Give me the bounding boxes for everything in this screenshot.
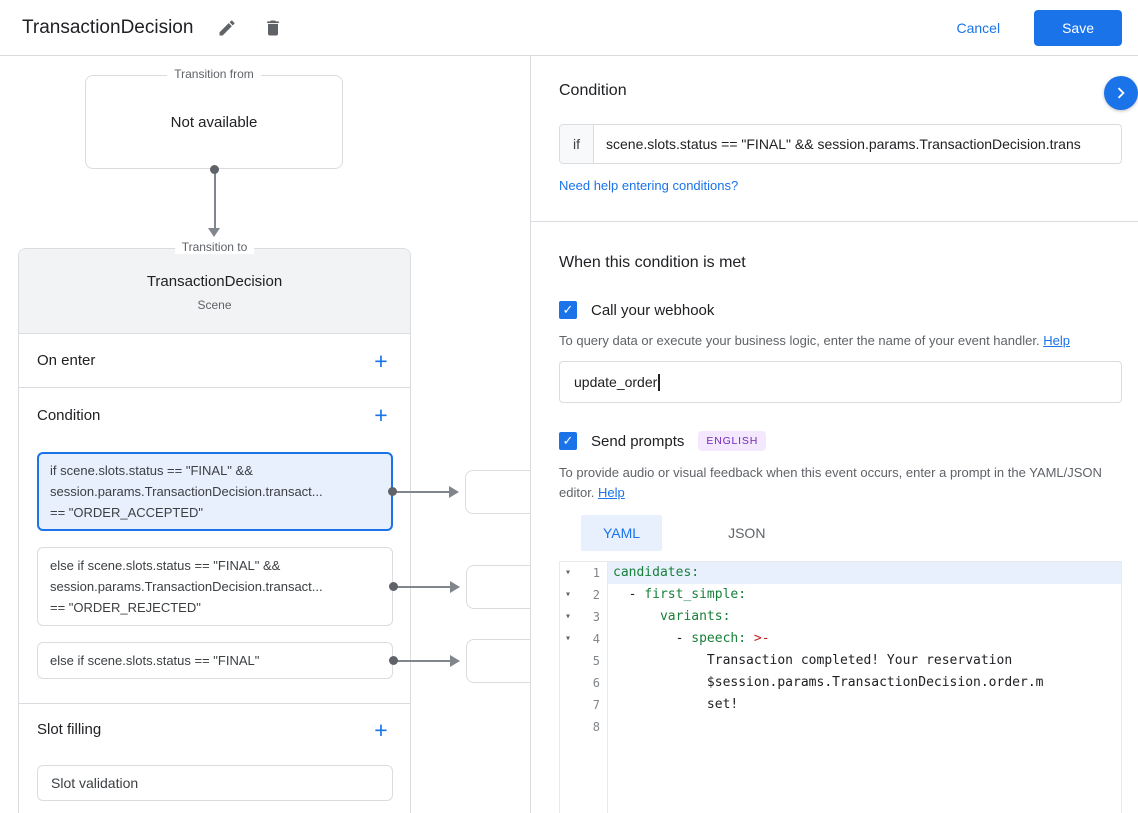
arrow-down-icon — [208, 228, 220, 237]
code-line: ▾ 2 - first_simple: — [560, 584, 1121, 606]
add-on-enter-button[interactable]: + — [366, 346, 396, 376]
page-title: TransactionDecision — [22, 16, 194, 38]
transition-target-box[interactable] — [466, 564, 530, 609]
slot-validation-label: Slot validation — [51, 775, 139, 791]
slot-card-list: Slot validation — [19, 755, 410, 813]
tab-json[interactable]: JSON — [706, 515, 787, 551]
line-number: 8 — [592, 720, 600, 734]
transition-to-label: Transition to — [174, 240, 255, 254]
header-right: Cancel Save — [956, 9, 1122, 46]
fold-icon[interactable]: ▾ — [565, 562, 577, 584]
language-badge: ENGLISH — [698, 431, 767, 451]
line-number: 6 — [592, 676, 600, 690]
transition-target-box[interactable] — [465, 469, 530, 514]
add-slot-button[interactable]: + — [366, 715, 396, 745]
connector-line — [213, 173, 216, 229]
code-line: 7 set! — [560, 694, 1121, 716]
slot-filling-label: Slot filling — [37, 721, 102, 738]
condition-expression-field: if scene.slots.status == "FINAL" && sess… — [559, 124, 1122, 164]
connector-dot — [389, 582, 398, 591]
tab-yaml[interactable]: YAML — [581, 515, 663, 551]
text-cursor — [658, 373, 660, 391]
arrow-right-icon — [450, 654, 460, 667]
prompts-label: Send prompts — [591, 432, 685, 450]
connector-line — [392, 585, 456, 588]
transition-target-box[interactable] — [466, 638, 530, 683]
connector-dot — [388, 487, 397, 496]
line-number: 2 — [592, 588, 600, 602]
prompts-checkbox[interactable]: ✓ — [559, 432, 577, 450]
arrow-right-icon — [449, 485, 459, 498]
line-number: 1 — [592, 566, 600, 580]
scene-subtitle: Scene — [197, 298, 232, 312]
line-number: 5 — [592, 654, 600, 668]
slot-filling-section: Slot filling + — [19, 703, 410, 755]
when-condition-heading: When this condition is met — [559, 254, 746, 271]
webhook-name-input[interactable]: update_order — [559, 361, 1122, 403]
on-enter-label: On enter — [37, 352, 96, 369]
connector-dot — [210, 165, 219, 174]
transition-to-box: Transition to TransactionDecision Scene … — [18, 240, 530, 813]
condition-editor-panel: Condition if scene.slots.status == "FINA… — [530, 56, 1138, 813]
scene-diagram: Transition from Not available Transition… — [0, 56, 530, 813]
condition-card-final[interactable]: else if scene.slots.status == "FINAL" — [37, 638, 530, 683]
fold-icon[interactable]: ▾ — [565, 628, 577, 650]
chevron-right-icon — [1117, 87, 1125, 99]
fold-icon[interactable]: ▾ — [565, 584, 577, 606]
condition-card-accepted[interactable]: if scene.slots.status == "FINAL" && sess… — [37, 452, 530, 531]
code-line: ▾ 4 - speech: >- — [560, 628, 1121, 650]
condition-expression-input[interactable]: scene.slots.status == "FINAL" && session… — [594, 125, 1121, 163]
fold-icon[interactable]: ▾ — [565, 606, 577, 628]
webhook-label: Call your webhook — [591, 301, 715, 319]
main-content: Transition from Not available Transition… — [0, 56, 1138, 813]
prompts-checkbox-row: ✓ Send prompts ENGLISH — [559, 431, 1122, 451]
condition-section-label: Condition — [37, 406, 101, 424]
condition-help-link[interactable]: Need help entering conditions? — [559, 178, 738, 193]
webhook-checkbox-row: ✓ Call your webhook — [559, 301, 1122, 319]
add-condition-button[interactable]: + — [366, 400, 396, 430]
condition-card-list: if scene.slots.status == "FINAL" && sess… — [19, 442, 530, 703]
editor-empty-area — [560, 738, 1121, 813]
prompts-helper-text: To provide audio or visual feedback when… — [559, 465, 1102, 500]
if-label: if — [560, 125, 594, 163]
slot-validation-card[interactable]: Slot validation — [37, 765, 393, 801]
code-line: 8 — [560, 716, 1121, 738]
yaml-editor[interactable]: ▾ 1 candidates: ▾ 2 - first_simple: ▾ 3 var… — [559, 561, 1122, 813]
header-left: TransactionDecision — [22, 16, 285, 40]
scene-header[interactable]: TransactionDecision Scene — [19, 249, 410, 334]
condition-section: Condition + — [19, 388, 410, 442]
panel-title: Condition — [559, 82, 627, 99]
section-divider — [531, 221, 1138, 222]
transition-from-content: Not available — [170, 113, 258, 131]
header: TransactionDecision Cancel Save — [0, 0, 1138, 56]
webhook-helper-text: To query data or execute your business l… — [559, 333, 1070, 348]
cancel-button[interactable]: Cancel — [956, 20, 1000, 36]
editor-tabs: YAML JSON — [559, 515, 1122, 551]
delete-icon[interactable] — [261, 16, 285, 40]
arrow-right-icon — [450, 580, 460, 593]
prompts-help-link[interactable]: Help — [598, 485, 625, 500]
scene-title: TransactionDecision — [146, 273, 283, 290]
collapse-panel-button[interactable] — [1104, 76, 1138, 110]
connector-dot — [389, 656, 398, 665]
line-number: 4 — [592, 632, 600, 646]
transition-from-box[interactable]: Transition from Not available — [85, 67, 343, 169]
save-button[interactable]: Save — [1034, 9, 1122, 46]
edit-icon[interactable] — [215, 16, 239, 40]
webhook-help-link[interactable]: Help — [1043, 333, 1070, 348]
line-number: 3 — [592, 610, 600, 624]
webhook-name-value: update_order — [574, 374, 658, 390]
condition-card-rejected[interactable]: else if scene.slots.status == "FINAL" &&… — [37, 547, 530, 626]
code-line: ▾ 3 variants: — [560, 606, 1121, 628]
webhook-checkbox[interactable]: ✓ — [559, 301, 577, 319]
transition-from-label: Transition from — [167, 67, 261, 81]
code-line: 5 Transaction completed! Your reservatio… — [560, 650, 1121, 672]
on-enter-section: On enter + — [19, 334, 410, 388]
code-line: ▾ 1 candidates: — [560, 562, 1121, 584]
code-line: 6 $session.params.TransactionDecision.or… — [560, 672, 1121, 694]
line-number: 7 — [592, 698, 600, 712]
connector-line — [392, 659, 456, 662]
connector-line — [391, 490, 455, 493]
